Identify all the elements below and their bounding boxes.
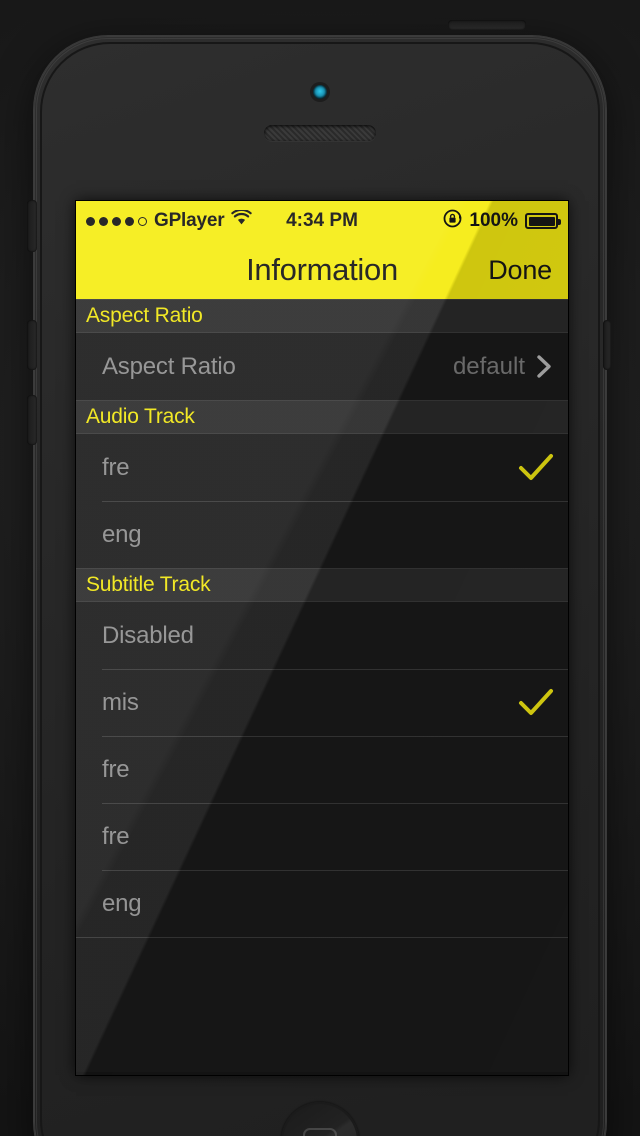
row-label: Aspect Ratio [102, 352, 236, 380]
table-row[interactable]: mis [76, 669, 568, 736]
table-row[interactable]: Aspect Ratio default [76, 333, 568, 400]
section-header-label: Audio Track [86, 405, 195, 428]
volume-down-button[interactable] [27, 395, 37, 445]
row-label: fre [102, 453, 130, 481]
status-bar: GPlayer 4:34 PM 100% [76, 201, 568, 241]
table-row[interactable]: fre [76, 736, 568, 803]
row-accessory [518, 688, 554, 718]
section-header: Audio Track [76, 400, 568, 434]
chevron-right-icon [537, 355, 551, 378]
carrier-label: GPlayer [154, 210, 225, 231]
wifi-icon [231, 208, 253, 232]
mute-switch[interactable] [27, 200, 37, 252]
section-header-label: Aspect Ratio [86, 304, 203, 327]
battery-icon [525, 213, 561, 229]
volume-up-button[interactable] [27, 320, 37, 370]
row-label: Disabled [102, 621, 194, 649]
row-value: default [452, 352, 525, 380]
power-button[interactable] [448, 20, 526, 30]
checkmark-icon [519, 453, 553, 480]
battery-percentage-label: 100% [469, 210, 518, 231]
rotation-lock-icon [443, 209, 462, 234]
section-header: Subtitle Track [76, 568, 568, 602]
checkmark-icon [519, 688, 553, 715]
table-row[interactable]: Disabled [76, 602, 568, 669]
table-row[interactable]: eng [76, 501, 568, 568]
settings-table: Aspect Ratio Aspect Ratio default Audio Tra… [76, 299, 568, 1072]
navigation-bar: Information Done [76, 241, 568, 299]
row-accessory [518, 453, 554, 483]
sim-tray [603, 320, 611, 370]
signal-strength-icon [86, 216, 147, 226]
done-button[interactable]: Done [488, 255, 552, 286]
row-label: fre [102, 755, 130, 783]
row-label: fre [102, 822, 130, 850]
table-row[interactable]: fre [76, 434, 568, 501]
section-header: Aspect Ratio [76, 299, 568, 333]
row-label: mis [102, 688, 139, 716]
row-accessory: default [453, 353, 554, 381]
screenshot-stage: GPlayer 4:34 PM 100% Information Done As… [0, 0, 640, 1136]
table-empty-area [76, 937, 568, 1072]
phone-screen: GPlayer 4:34 PM 100% Information Done As… [76, 201, 568, 1075]
row-label: eng [102, 520, 142, 548]
status-bar-left: GPlayer [86, 208, 253, 232]
table-row[interactable]: eng [76, 870, 568, 937]
table-row[interactable]: fre [76, 803, 568, 870]
row-label: eng [102, 889, 142, 917]
front-camera-icon [313, 85, 327, 99]
status-bar-right: 100% [443, 209, 561, 234]
earpiece-speaker [264, 125, 376, 141]
section-header-label: Subtitle Track [86, 573, 211, 596]
